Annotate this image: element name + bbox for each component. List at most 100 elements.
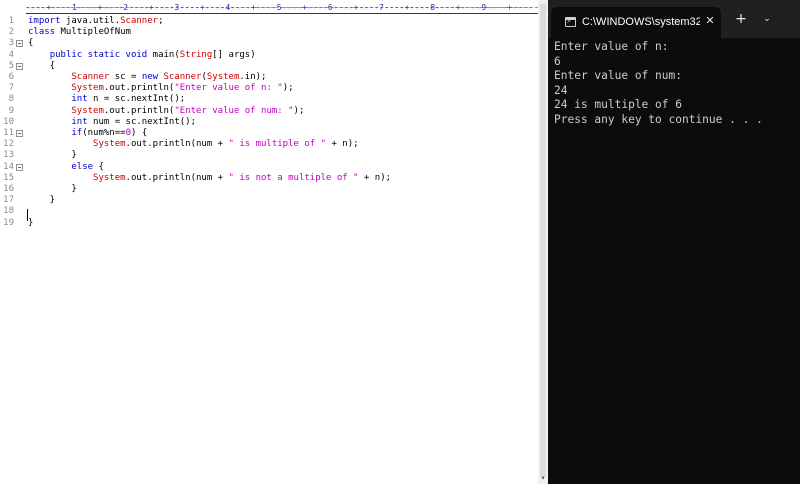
code-token: { [93,161,104,172]
code-token: int [71,116,88,127]
code-token: { [28,60,56,71]
code-token: } [28,217,34,228]
code-token: "Enter value of num: " [174,105,294,116]
line-number: 18 [3,206,14,217]
line-number: 12 [3,139,14,150]
line-number: 8 [8,94,14,105]
fold-toggle-icon[interactable] [16,62,23,70]
line-number: 1 [8,16,14,26]
code-token: { [28,38,34,49]
code-token: Scanner [163,72,202,82]
code-token: ); [293,105,305,116]
code-token: System [93,139,126,150]
code-line[interactable]: System.out.println("Enter value of num: … [28,106,304,117]
code-line[interactable]: System.out.println("Enter value of n: ")… [28,83,293,94]
code-line[interactable]: import java.util.Scanner; [28,16,163,27]
code-token: sc = [109,72,142,82]
code-token: + n); [326,139,359,150]
ruler-text: ----+----1----+----2----+----3----+----4… [26,3,533,12]
code-token: public static void [49,49,148,60]
code-area[interactable]: import java.util.Scanner; class MultipleO… [28,14,546,484]
line-number: 7 [8,83,14,94]
terminal-line: 24 [554,83,568,97]
code-token: else [71,161,94,172]
code-token: main( [147,49,180,60]
scroll-down-arrow-icon[interactable]: ▾ [539,474,547,482]
line-number: 17 [3,195,14,206]
code-line[interactable]: { [28,61,55,72]
line-number: 6 [8,72,14,82]
column-ruler: ----+----1----+----2----+----3----+----4… [26,3,548,14]
terminal-line: Enter value of n: [554,40,669,53]
code-token: import [28,16,61,26]
code-token: } [28,150,77,161]
new-tab-button[interactable]: + [734,12,748,26]
chevron-down-icon[interactable]: ⌄ [760,12,774,26]
code-token: } [28,195,56,206]
line-number: 4 [8,49,14,60]
code-token: if [71,128,83,138]
terminal-output[interactable]: Enter value of n: 6 Enter value of num: 24 2… [554,40,798,480]
terminal-window[interactable]: C:\WINDOWS\system32\cmd. ✕ + ⌄ Enter val… [548,0,800,484]
close-icon[interactable]: ✕ [703,14,717,28]
code-line[interactable]: int n = sc.nextInt(); [28,94,185,105]
code-line[interactable]: else { [28,162,104,173]
code-token: System [93,172,126,183]
code-token: " is multiple of " [228,139,327,150]
fold-toggle-icon[interactable] [16,163,23,171]
tab-title: C:\WINDOWS\system32\cmd. [582,16,700,28]
code-line[interactable]: System.out.println(num + " is not a mult… [28,173,391,184]
code-line[interactable]: } [28,195,55,206]
code-token: System [206,72,240,82]
code-token: int [71,94,88,105]
code-line[interactable]: } [28,184,76,195]
code-line[interactable]: class MultipleOfNum [28,27,131,38]
code-line[interactable]: int num = sc.nextInt(); [28,117,196,128]
code-token: [] args) [212,49,256,60]
line-number: 16 [3,184,14,194]
code-line[interactable]: { [28,38,33,49]
line-number: 3 [8,38,14,49]
code-line[interactable]: } [28,150,77,161]
line-number: 2 [8,27,14,38]
line-number: 10 [3,116,14,127]
line-number: 9 [8,105,14,116]
code-editor[interactable]: ----+----1----+----2----+----3----+----4… [0,0,548,484]
code-token: .in); [239,72,267,82]
code-token: java.util. [60,16,121,26]
code-line[interactable]: if(num%n==0) { [28,128,147,139]
code-token: " is not a multiple of " [228,172,359,183]
line-number-gutter: 1 2 3 4 5 6 7 8 9 10 11 12 13 14 15 16 17 18 19 [0,14,26,484]
terminal-icon [565,17,576,27]
code-token: System [71,83,104,94]
terminal-tab[interactable]: C:\WINDOWS\system32\cmd. ✕ [551,7,721,38]
fold-toggle-icon[interactable] [16,40,23,48]
line-number: 15 [3,172,14,183]
terminal-line: 6 [554,54,561,68]
code-line[interactable]: public static void main(String[] args) [28,50,256,61]
scrollbar-thumb[interactable] [540,4,546,476]
code-token: class [28,27,56,38]
code-token: (num%n== [82,128,126,138]
line-number: 11 [3,128,14,138]
code-token: .out.println( [103,83,175,94]
code-token: .out.println( [103,105,175,116]
code-line[interactable]: } [28,218,33,229]
code-line[interactable]: Scanner sc = new Scanner(System.in); [28,72,266,83]
code-token: .out.println(num + [125,172,229,183]
terminal-titlebar: C:\WINDOWS\system32\cmd. ✕ + ⌄ [548,0,800,38]
code-token: ) { [130,128,148,138]
line-number: 13 [3,150,14,161]
fold-toggle-icon[interactable] [16,130,23,137]
text-cursor [27,209,28,221]
code-line[interactable]: System.out.println(num + " is multiple o… [28,139,359,150]
